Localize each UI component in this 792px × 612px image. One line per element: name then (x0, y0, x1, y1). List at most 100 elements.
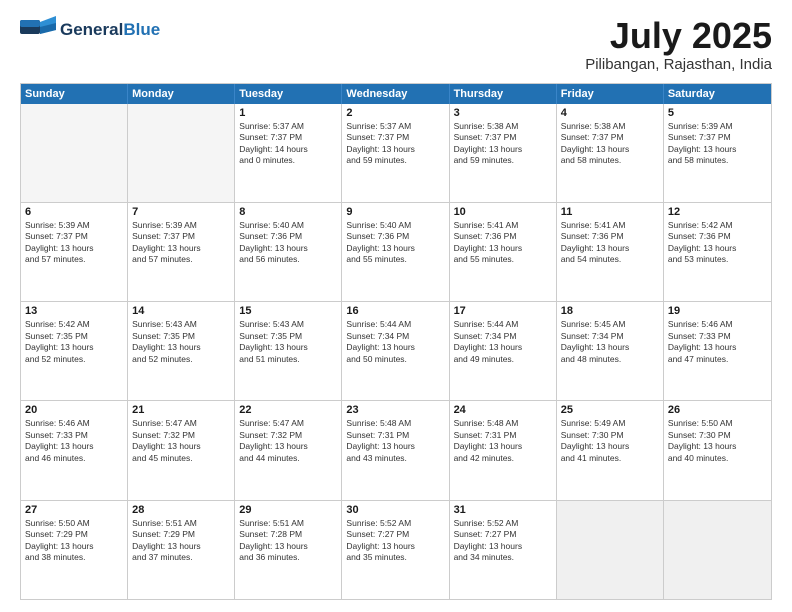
day-info: Sunrise: 5:50 AMSunset: 7:29 PMDaylight:… (25, 518, 123, 564)
day-number: 6 (25, 206, 123, 218)
day-number: 5 (668, 107, 767, 119)
day-number: 15 (239, 305, 337, 317)
calendar-week-2: 6 Sunrise: 5:39 AMSunset: 7:37 PMDaylight… (21, 202, 771, 301)
day-info: Sunrise: 5:45 AMSunset: 7:34 PMDaylight:… (561, 319, 659, 365)
calendar-week-4: 20 Sunrise: 5:46 AMSunset: 7:33 PMDayligh… (21, 400, 771, 499)
day-number: 3 (454, 107, 552, 119)
calendar-cell: 3 Sunrise: 5:38 AMSunset: 7:37 PMDaylight… (450, 104, 557, 202)
page: GeneralBlue July 2025 Pilibangan, Rajast… (0, 0, 792, 612)
day-info: Sunrise: 5:48 AMSunset: 7:31 PMDaylight:… (454, 418, 552, 464)
day-of-week-friday: Friday (557, 84, 664, 104)
day-info: Sunrise: 5:47 AMSunset: 7:32 PMDaylight:… (132, 418, 230, 464)
calendar-cell: 29Sunrise: 5:51 AMSunset: 7:28 PMDayligh… (235, 501, 342, 599)
day-number: 21 (132, 404, 230, 416)
day-info: Sunrise: 5:39 AMSunset: 7:37 PMDaylight:… (25, 220, 123, 266)
calendar-cell: 2 Sunrise: 5:37 AMSunset: 7:37 PMDaylight… (342, 104, 449, 202)
calendar-cell: 1 Sunrise: 5:37 AMSunset: 7:37 PMDaylight… (235, 104, 342, 202)
day-number: 27 (25, 504, 123, 516)
calendar-week-3: 13Sunrise: 5:42 AMSunset: 7:35 PMDayligh… (21, 301, 771, 400)
title-block: July 2025 Pilibangan, Rajasthan, India (585, 16, 772, 73)
calendar-cell: 13Sunrise: 5:42 AMSunset: 7:35 PMDayligh… (21, 302, 128, 400)
calendar-cell: 18 Sunrise: 5:45 AMSunset: 7:34 PMDayligh… (557, 302, 664, 400)
calendar-cell: 10Sunrise: 5:41 AMSunset: 7:36 PMDayligh… (450, 203, 557, 301)
calendar-cell: 27 Sunrise: 5:50 AMSunset: 7:29 PMDayligh… (21, 501, 128, 599)
day-of-week-sunday: Sunday (21, 84, 128, 104)
calendar-cell: 30 Sunrise: 5:52 AMSunset: 7:27 PMDayligh… (342, 501, 449, 599)
calendar-cell: 23 Sunrise: 5:48 AMSunset: 7:31 PMDayligh… (342, 401, 449, 499)
calendar-cell (21, 104, 128, 202)
day-info: Sunrise: 5:44 AMSunset: 7:34 PMDaylight:… (454, 319, 552, 365)
day-number: 4 (561, 107, 659, 119)
day-info: Sunrise: 5:51 AMSunset: 7:28 PMDaylight:… (239, 518, 337, 564)
day-number: 8 (239, 206, 337, 218)
day-number: 14 (132, 305, 230, 317)
day-info: Sunrise: 5:49 AMSunset: 7:30 PMDaylight:… (561, 418, 659, 464)
day-number: 20 (25, 404, 123, 416)
day-of-week-saturday: Saturday (664, 84, 771, 104)
day-info: Sunrise: 5:46 AMSunset: 7:33 PMDaylight:… (25, 418, 123, 464)
day-info: Sunrise: 5:37 AMSunset: 7:37 PMDaylight:… (239, 121, 337, 167)
calendar-cell: 9Sunrise: 5:40 AMSunset: 7:36 PMDaylight… (342, 203, 449, 301)
calendar-week-5: 27 Sunrise: 5:50 AMSunset: 7:29 PMDayligh… (21, 500, 771, 599)
day-number: 16 (346, 305, 444, 317)
calendar-cell: 11Sunrise: 5:41 AMSunset: 7:36 PMDayligh… (557, 203, 664, 301)
day-info: Sunrise: 5:47 AMSunset: 7:32 PMDaylight:… (239, 418, 337, 464)
day-info: Sunrise: 5:40 AMSunset: 7:36 PMDaylight:… (239, 220, 337, 266)
day-info: Sunrise: 5:39 AMSunset: 7:37 PMDaylight:… (132, 220, 230, 266)
calendar-body: 1 Sunrise: 5:37 AMSunset: 7:37 PMDaylight… (21, 104, 771, 599)
calendar-cell (557, 501, 664, 599)
calendar-header: SundayMondayTuesdayWednesdayThursdayFrid… (21, 84, 771, 104)
day-info: Sunrise: 5:37 AMSunset: 7:37 PMDaylight:… (346, 121, 444, 167)
calendar-cell: 26 Sunrise: 5:50 AMSunset: 7:30 PMDayligh… (664, 401, 771, 499)
day-info: Sunrise: 5:51 AMSunset: 7:29 PMDaylight:… (132, 518, 230, 564)
day-number: 13 (25, 305, 123, 317)
day-of-week-monday: Monday (128, 84, 235, 104)
day-number: 1 (239, 107, 337, 119)
calendar-cell: 21 Sunrise: 5:47 AMSunset: 7:32 PMDayligh… (128, 401, 235, 499)
day-info: Sunrise: 5:50 AMSunset: 7:30 PMDaylight:… (668, 418, 767, 464)
calendar-cell (128, 104, 235, 202)
calendar: SundayMondayTuesdayWednesdayThursdayFrid… (20, 83, 772, 600)
day-info: Sunrise: 5:39 AMSunset: 7:37 PMDaylight:… (668, 121, 767, 167)
calendar-cell: 14Sunrise: 5:43 AMSunset: 7:35 PMDayligh… (128, 302, 235, 400)
day-info: Sunrise: 5:52 AMSunset: 7:27 PMDaylight:… (346, 518, 444, 564)
calendar-cell: 28Sunrise: 5:51 AMSunset: 7:29 PMDayligh… (128, 501, 235, 599)
day-number: 19 (668, 305, 767, 317)
calendar-cell: 22 Sunrise: 5:47 AMSunset: 7:32 PMDayligh… (235, 401, 342, 499)
calendar-cell: 17 Sunrise: 5:44 AMSunset: 7:34 PMDayligh… (450, 302, 557, 400)
calendar-cell: 4 Sunrise: 5:38 AMSunset: 7:37 PMDaylight… (557, 104, 664, 202)
day-info: Sunrise: 5:38 AMSunset: 7:37 PMDaylight:… (561, 121, 659, 167)
day-number: 22 (239, 404, 337, 416)
calendar-cell: 8 Sunrise: 5:40 AMSunset: 7:36 PMDaylight… (235, 203, 342, 301)
header: GeneralBlue July 2025 Pilibangan, Rajast… (20, 16, 772, 73)
day-info: Sunrise: 5:38 AMSunset: 7:37 PMDaylight:… (454, 121, 552, 167)
calendar-cell: 5 Sunrise: 5:39 AMSunset: 7:37 PMDaylight… (664, 104, 771, 202)
day-number: 25 (561, 404, 659, 416)
day-number: 10 (454, 206, 552, 218)
day-number: 17 (454, 305, 552, 317)
calendar-cell: 20 Sunrise: 5:46 AMSunset: 7:33 PMDayligh… (21, 401, 128, 499)
day-number: 26 (668, 404, 767, 416)
location-title: Pilibangan, Rajasthan, India (585, 56, 772, 73)
day-info: Sunrise: 5:46 AMSunset: 7:33 PMDaylight:… (668, 319, 767, 365)
day-number: 18 (561, 305, 659, 317)
calendar-cell: 15Sunrise: 5:43 AMSunset: 7:35 PMDayligh… (235, 302, 342, 400)
day-info: Sunrise: 5:52 AMSunset: 7:27 PMDaylight:… (454, 518, 552, 564)
day-number: 7 (132, 206, 230, 218)
day-number: 9 (346, 206, 444, 218)
logo: GeneralBlue (20, 16, 160, 44)
calendar-cell: 19 Sunrise: 5:46 AMSunset: 7:33 PMDayligh… (664, 302, 771, 400)
day-number: 31 (454, 504, 552, 516)
day-number: 2 (346, 107, 444, 119)
day-info: Sunrise: 5:48 AMSunset: 7:31 PMDaylight:… (346, 418, 444, 464)
day-of-week-wednesday: Wednesday (342, 84, 449, 104)
day-number: 30 (346, 504, 444, 516)
logo-general: General (60, 20, 123, 39)
day-info: Sunrise: 5:41 AMSunset: 7:36 PMDaylight:… (561, 220, 659, 266)
day-of-week-thursday: Thursday (450, 84, 557, 104)
day-number: 23 (346, 404, 444, 416)
calendar-cell: 24Sunrise: 5:48 AMSunset: 7:31 PMDayligh… (450, 401, 557, 499)
calendar-cell: 12Sunrise: 5:42 AMSunset: 7:36 PMDayligh… (664, 203, 771, 301)
day-info: Sunrise: 5:44 AMSunset: 7:34 PMDaylight:… (346, 319, 444, 365)
month-title: July 2025 (585, 16, 772, 56)
